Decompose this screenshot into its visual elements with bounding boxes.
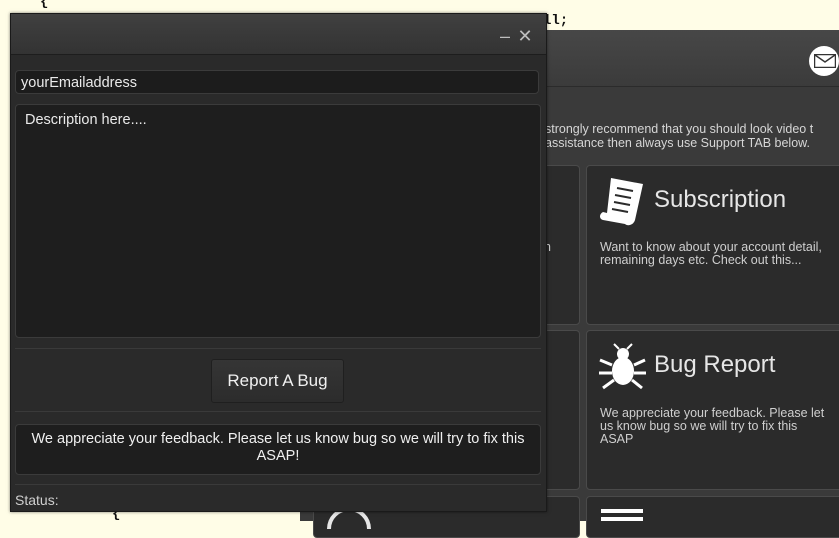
divider bbox=[15, 348, 541, 349]
menu-icon bbox=[601, 509, 643, 513]
subscription-title: Subscription bbox=[654, 186, 787, 213]
tile-hidden-4[interactable] bbox=[586, 496, 839, 538]
bug-report-dialog: – ✕ yourEmailaddress Description here...… bbox=[10, 13, 547, 512]
dialog-titlebar[interactable]: – ✕ bbox=[11, 14, 546, 55]
intro-text: strongly recommend that you should look … bbox=[545, 122, 839, 150]
receipt-icon bbox=[600, 178, 643, 226]
close-icon[interactable]: ✕ bbox=[517, 27, 533, 45]
bug-report-title: Bug Report bbox=[654, 351, 776, 378]
menu-icon-bar bbox=[601, 517, 643, 521]
email-field[interactable]: yourEmailaddress bbox=[15, 70, 539, 94]
code-brace-top: { bbox=[40, 0, 49, 10]
envelope-icon[interactable] bbox=[809, 46, 839, 76]
bug-report-tile[interactable]: Bug Report We appreciate your feedback. … bbox=[586, 330, 839, 490]
divider bbox=[15, 411, 541, 412]
status-label: Status: bbox=[15, 492, 59, 508]
intro-text-line-2: assistance then always use Support TAB b… bbox=[545, 136, 810, 150]
subscription-tile[interactable]: Subscription Want to know about your acc… bbox=[586, 165, 839, 325]
minimize-icon[interactable]: – bbox=[497, 27, 513, 45]
loading-icon bbox=[327, 509, 371, 529]
intro-text-line-1: strongly recommend that you should look … bbox=[545, 122, 814, 136]
feedback-message: We appreciate your feedback. Please let … bbox=[15, 424, 541, 475]
report-bug-button[interactable]: Report A Bug bbox=[211, 359, 344, 403]
divider bbox=[15, 484, 541, 485]
description-textarea[interactable]: Description here.... bbox=[15, 104, 541, 338]
subscription-desc: Want to know about your account detail, … bbox=[600, 240, 822, 267]
bug-report-desc: We appreciate your feedback. Please let … bbox=[600, 406, 825, 446]
bug-icon bbox=[599, 343, 646, 390]
